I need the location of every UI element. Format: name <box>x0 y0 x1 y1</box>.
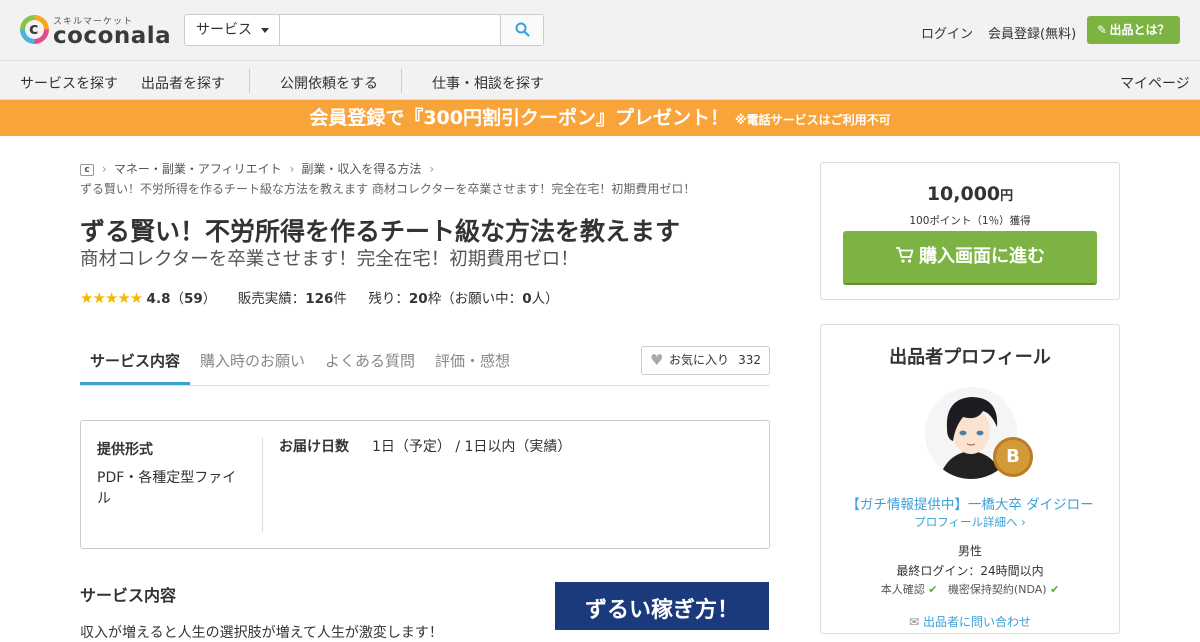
tab-purchase-requests[interactable]: 購入時のお願い <box>200 350 305 371</box>
search-icon <box>515 22 530 37</box>
format-label: 提供形式 <box>97 442 153 458</box>
seller-gender: 男性 <box>957 544 982 558</box>
nav-post-request[interactable]: 公開依頼をする <box>280 73 378 93</box>
banner-note: ※電話サービスはご利用不可 <box>735 113 891 127</box>
sales-label: 販売実績： <box>237 291 306 307</box>
remaining-unit: 枠（お願い中： <box>427 291 523 307</box>
seller-name-link[interactable]: 【ガチ情報提供中】一橋大卒 ダイジロー <box>821 493 1119 513</box>
profile-detail-link[interactable]: プロフィール詳細へ › <box>821 514 1119 530</box>
seller-verification: 本人確認 ✔ 機密保持契約(NDA) ✔ <box>821 581 1119 597</box>
delivery-value: 1日（予定） / 1日以内（実績） <box>372 439 572 455</box>
search-bar: サービス <box>184 14 544 46</box>
service-content-text: 収入が増えると人生の選択肢が増えて人生が激変します！ <box>80 625 443 641</box>
info-divider <box>262 437 263 532</box>
format-value: PDF・各種定型ファイル <box>97 470 237 507</box>
breadcrumb-item-subcategory[interactable]: 副業・収入を得る方法 <box>301 162 421 176</box>
tab-reviews[interactable]: 評価・感想 <box>435 350 510 371</box>
service-content-heading: サービス内容 <box>80 586 177 605</box>
points-earned: 100ポイント（1％）獲得 <box>909 215 1031 227</box>
banner-main-text: 会員登録で『300円割引クーポン』プレゼント！ <box>309 107 729 129</box>
profile-detail-label: プロフィール詳細へ <box>914 515 1018 529</box>
nav-divider <box>249 69 250 93</box>
review-count[interactable]: 59 <box>184 291 203 307</box>
service-title: ずる賢い！不労所得を作るチート級な方法を教えます <box>80 217 681 246</box>
logo-wordmark: coconala <box>53 23 172 49</box>
chevron-right-icon: › <box>102 162 107 176</box>
coconala-logo[interactable]: c スキルマーケット coconala <box>20 12 171 50</box>
sales-unit: 件 <box>333 291 347 307</box>
nav-find-jobs[interactable]: 仕事・相談を探す <box>432 73 544 93</box>
tab-faq[interactable]: よくある質問 <box>325 350 415 371</box>
breadcrumb-item-category[interactable]: マネー・副業・アフィリエイト <box>114 162 282 176</box>
check-icon: ✔ <box>1050 583 1060 596</box>
remaining-label: 残り： <box>368 291 409 307</box>
buy-button[interactable]: 購入画面に進む <box>843 231 1097 285</box>
price-value: 10,000 <box>926 183 1001 205</box>
promo-image: ずるい稼ぎ方！ <box>555 582 769 630</box>
site-header: c スキルマーケット coconala サービス ログイン 会員登録(無料) ✎… <box>0 0 1200 61</box>
breadcrumb-current: ずる賢い！不労所得を作るチート級な方法を教えます 商材コレクターを卒業させます！… <box>80 182 696 196</box>
remaining-count: 20 <box>408 291 428 307</box>
breadcrumb: c › マネー・副業・アフィリエイト › 副業・収入を得る方法 › ずる賢い！不労所得を作… <box>80 160 780 196</box>
nav-mypage[interactable]: マイページ <box>1120 73 1190 93</box>
requesting-count: 0 <box>522 291 532 307</box>
identity-verified-label: 本人確認 <box>880 583 925 596</box>
purchase-box: 10,000円 100ポイント（1％）獲得 購入画面に進む <box>820 162 1120 300</box>
delivery-label: お届け日数 <box>279 439 349 455</box>
mail-icon: ✉ <box>909 615 920 629</box>
rating-value: 4.8 <box>146 291 171 307</box>
chevron-right-icon: › <box>429 162 435 176</box>
service-stats: ★★★★★ 4.8（59） 販売実績：126件 残り：20枠（お願い中：0人） <box>80 289 559 307</box>
price: 10,000円 <box>821 183 1119 205</box>
promo-banner[interactable]: 会員登録で『300円割引クーポン』プレゼント！ ※電話サービスはご利用不可 <box>0 100 1200 136</box>
service-info-box: 提供形式 PDF・各種定型ファイル お届け日数 1日（予定） / 1日以内（実績… <box>80 420 770 549</box>
seller-last-login: 最終ログイン：24時間以内 <box>896 564 1044 578</box>
rank-badge-icon: B <box>993 437 1033 477</box>
nda-label: 機密保持契約(NDA) <box>947 583 1047 596</box>
cart-icon <box>896 247 914 263</box>
sell-info-label: 出品とは？ <box>1109 23 1170 37</box>
search-category-select[interactable]: サービス <box>185 15 280 45</box>
main-nav: サービスを探す 出品者を探す 公開依頼をする 仕事・相談を探す マイページ <box>0 61 1200 100</box>
search-button[interactable] <box>500 15 543 45</box>
active-tab-indicator <box>80 382 190 385</box>
nav-find-sellers[interactable]: 出品者を探す <box>141 73 225 93</box>
pencil-icon: ✎ <box>1097 23 1108 37</box>
caret-down-icon <box>261 28 269 33</box>
search-input[interactable] <box>281 15 501 45</box>
sales-count: 126 <box>305 291 334 307</box>
profile-title: 出品者プロフィール <box>889 347 1051 368</box>
nav-find-services[interactable]: サービスを探す <box>20 73 118 93</box>
check-icon: ✔ <box>928 583 938 596</box>
buy-button-label: 購入画面に進む <box>919 246 1045 267</box>
chevron-right-icon: › <box>1021 515 1026 529</box>
tab-service-content[interactable]: サービス内容 <box>90 350 180 371</box>
heart-icon: ♥ <box>650 351 664 369</box>
star-rating-icon: ★★★★★ <box>80 289 143 307</box>
promo-image-text: ずるい稼ぎ方！ <box>584 598 739 623</box>
contact-seller-link[interactable]: ✉ 出品者に問い合わせ <box>821 613 1119 630</box>
seller-profile-box: 出品者プロフィール B 【ガチ情報提供中】一橋大卒 ダイジロー プロフィール詳細… <box>820 324 1120 634</box>
favorite-button[interactable]: ♥ お気に入り 332 <box>641 346 770 375</box>
logo-mark-icon: c <box>20 15 49 44</box>
register-link[interactable]: 会員登録(無料) <box>988 23 1076 42</box>
search-category-label: サービス <box>196 22 252 38</box>
home-icon[interactable]: c <box>80 163 94 176</box>
contact-seller-label: 出品者に問い合わせ <box>922 615 1031 629</box>
nav-divider <box>401 69 402 93</box>
favorite-count: 332 <box>738 353 761 367</box>
sell-info-button[interactable]: ✎ 出品とは？ <box>1087 16 1180 44</box>
requesting-unit: 人） <box>531 291 559 307</box>
service-subtitle: 商材コレクターを卒業させます！完全在宅！初期費用ゼロ！ <box>80 249 579 270</box>
chevron-right-icon: › <box>289 162 295 176</box>
login-link[interactable]: ログイン <box>921 23 973 42</box>
favorite-label: お気に入り <box>669 353 730 367</box>
price-unit: 円 <box>1000 189 1014 204</box>
service-tabs: サービス内容 購入時のお願い よくある質問 評価・感想 ♥ お気に入り 332 <box>80 340 770 386</box>
